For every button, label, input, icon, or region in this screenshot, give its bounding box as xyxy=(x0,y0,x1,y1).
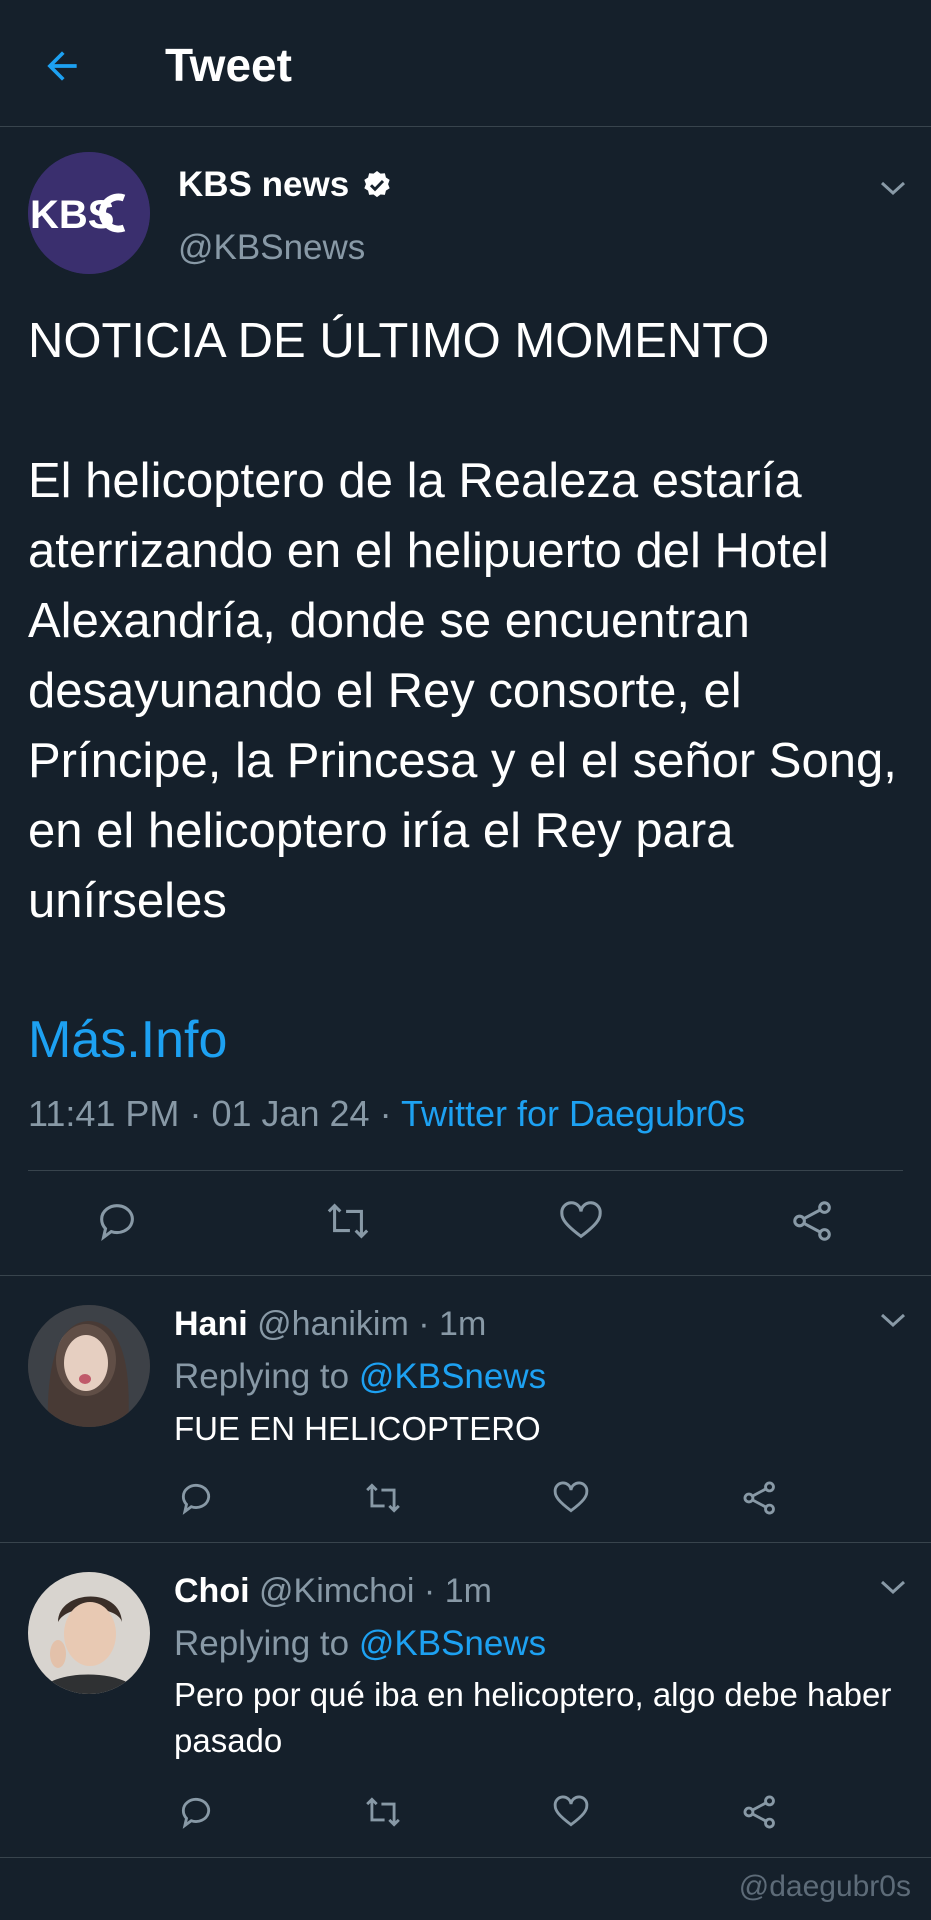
share-icon[interactable] xyxy=(741,1479,779,1517)
divider xyxy=(28,1170,903,1171)
avatar[interactable] xyxy=(28,1305,150,1427)
reply-icon[interactable] xyxy=(177,1479,215,1517)
mention-link[interactable]: @KBSnews xyxy=(359,1624,546,1663)
replying-to: Replying to @KBSnews xyxy=(174,1357,546,1397)
divider xyxy=(0,1275,931,1276)
display-name[interactable]: Choi xyxy=(174,1572,250,1610)
reply-time: 1m xyxy=(439,1305,487,1343)
separator: · xyxy=(379,1093,401,1134)
chevron-down-icon[interactable] xyxy=(878,1577,908,1597)
avatar[interactable]: KBS xyxy=(28,152,150,274)
author-handle[interactable]: @KBSnews xyxy=(178,228,365,268)
separator: · xyxy=(189,1093,212,1134)
top-bar: Tweet xyxy=(0,0,931,127)
reply-text: Pero por qué iba en helicoptero, algo de… xyxy=(174,1676,892,1759)
tweet-source-link[interactable]: Twitter for Daegubr0s xyxy=(401,1093,745,1134)
tweet-meta: 11:41 PM · 01 Jan 24 · Twitter for Daegu… xyxy=(28,1093,745,1135)
verified-badge-icon xyxy=(364,171,390,198)
user-photo xyxy=(28,1572,150,1694)
tweet-text: NOTICIA DE ÚLTIMO MOMENTO El helicoptero… xyxy=(28,314,897,928)
reply-icon[interactable] xyxy=(177,1793,215,1831)
page-title: Tweet xyxy=(165,39,292,91)
tweet-time: 11:41 PM xyxy=(28,1093,180,1134)
retweet-icon[interactable] xyxy=(364,1793,402,1831)
kbs-logo: KBS xyxy=(28,152,150,274)
separator: · xyxy=(423,1572,445,1610)
handle[interactable]: @Kimchoi xyxy=(259,1572,414,1610)
handle[interactable]: @hanikim xyxy=(257,1305,409,1343)
divider xyxy=(0,1857,931,1858)
reply-text: FUE EN HELICOPTERO xyxy=(174,1410,541,1447)
arrow-left-icon[interactable] xyxy=(40,44,84,88)
reply-icon[interactable] xyxy=(94,1198,140,1244)
tweet-date: 01 Jan 24 xyxy=(211,1093,370,1134)
replying-to: Replying to @KBSnews xyxy=(174,1624,546,1664)
like-icon[interactable] xyxy=(552,1793,590,1831)
retweet-icon[interactable] xyxy=(364,1479,402,1517)
share-icon[interactable] xyxy=(790,1198,836,1244)
like-icon[interactable] xyxy=(558,1198,604,1244)
replying-label: Replying to xyxy=(174,1357,350,1396)
separator: · xyxy=(418,1305,440,1343)
divider xyxy=(0,1542,931,1543)
chevron-down-icon[interactable] xyxy=(878,1310,908,1330)
avatar[interactable] xyxy=(28,1572,150,1694)
like-icon[interactable] xyxy=(552,1479,590,1517)
share-icon[interactable] xyxy=(741,1793,779,1831)
retweet-icon[interactable] xyxy=(325,1198,371,1244)
watermark-text: @daegubr0s xyxy=(738,1870,911,1903)
author-name[interactable]: KBS news xyxy=(178,165,393,205)
display-name[interactable]: Hani xyxy=(174,1305,248,1343)
display-name: KBS news xyxy=(178,165,350,204)
reply-header: Hani @hanikim · 1m xyxy=(174,1305,486,1344)
chevron-down-icon[interactable] xyxy=(878,178,908,198)
replying-label: Replying to xyxy=(174,1624,350,1663)
more-info-link[interactable]: Más.Info xyxy=(28,1010,227,1070)
user-photo xyxy=(28,1305,150,1427)
reply-header: Choi @Kimchoi · 1m xyxy=(174,1572,492,1611)
mention-link[interactable]: @KBSnews xyxy=(359,1357,546,1396)
reply-time: 1m xyxy=(444,1572,492,1610)
